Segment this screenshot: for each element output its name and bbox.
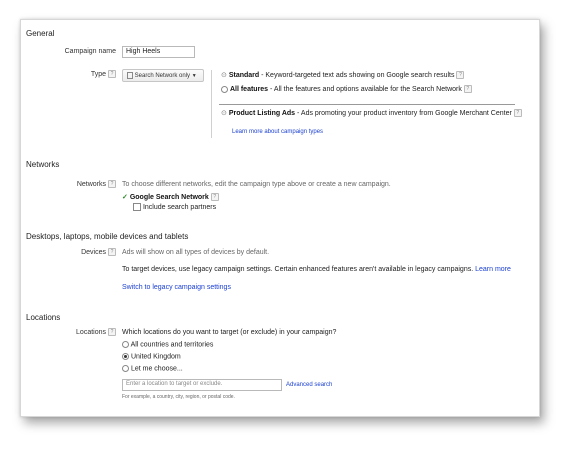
advanced-search-link[interactable]: Advanced search: [286, 382, 332, 388]
option-description: - All the features and options available…: [268, 85, 462, 93]
divider: [219, 104, 515, 105]
option-title: All features: [229, 85, 269, 93]
section-heading-locations: Locations: [26, 313, 61, 322]
campaign-type-option-all-features[interactable]: All features - All the features and opti…: [221, 85, 472, 93]
location-option-label: Let me choose...: [130, 365, 183, 373]
learn-more-campaign-types-link[interactable]: Learn more about campaign types: [232, 129, 323, 135]
pin-icon: ⊙: [221, 110, 227, 117]
location-option-label: All countries and territories: [130, 341, 214, 349]
include-search-partners[interactable]: Include search partners: [133, 203, 216, 211]
help-icon[interactable]: ?: [108, 328, 116, 336]
help-icon[interactable]: ?: [513, 109, 522, 118]
campaign-type-option-standard[interactable]: ⊙ Standard - Keyword-targeted text ads s…: [221, 71, 465, 80]
location-option-united-kingdom[interactable]: United Kingdom: [122, 353, 181, 360]
document-icon: [127, 72, 133, 79]
location-option-label: United Kingdom: [130, 353, 181, 361]
include-search-partners-checkbox[interactable]: [133, 203, 141, 211]
help-icon[interactable]: ?: [108, 180, 116, 188]
pin-icon: ⊙: [221, 72, 227, 79]
campaign-type-option-product-listing-ads[interactable]: ⊙ Product Listing Ads - Ads promoting yo…: [221, 109, 522, 118]
location-search-input[interactable]: Enter a location to target or exclude.: [122, 379, 282, 391]
locations-question: Which locations do you want to target (o…: [122, 329, 337, 336]
option-description: - Keyword-targeted text ads showing on G…: [259, 72, 455, 79]
help-icon[interactable]: ?: [108, 248, 116, 256]
radio-button[interactable]: [122, 341, 129, 348]
devices-description: Ads will show on all types of devices by…: [122, 249, 270, 256]
networks-description: To choose different networks, edit the c…: [122, 181, 391, 188]
help-icon[interactable]: ?: [456, 71, 465, 80]
location-option-let-me-choose[interactable]: Let me choose...: [122, 365, 183, 372]
type-label: Type: [90, 71, 106, 78]
divider: [211, 70, 212, 138]
campaign-settings-panel: General Campaign name High Heels Type ? …: [20, 19, 540, 417]
switch-to-legacy-link[interactable]: Switch to legacy campaign settings: [122, 284, 231, 291]
option-title: Product Listing Ads: [228, 110, 296, 117]
network-google-search: ✓ Google Search Network ?: [122, 193, 219, 202]
legacy-settings-text: To target devices, use legacy campaign s…: [122, 266, 474, 273]
section-heading-general: General: [26, 29, 55, 38]
help-icon[interactable]: ?: [108, 70, 116, 78]
networks-label: Networks: [76, 181, 106, 188]
radio-button-selected[interactable]: [122, 353, 129, 360]
include-search-partners-label: Include search partners: [142, 203, 217, 211]
section-heading-devices: Desktops, laptops, mobile devices and ta…: [26, 232, 189, 241]
devices-label: Devices: [81, 249, 106, 256]
option-title: Standard: [228, 72, 260, 79]
radio-button[interactable]: [122, 365, 129, 372]
help-icon[interactable]: ?: [463, 85, 472, 93]
learn-more-link[interactable]: Learn more: [475, 266, 511, 273]
locations-label: Locations: [76, 329, 106, 336]
check-icon: ✓: [122, 194, 128, 201]
network-name: Google Search Network: [129, 194, 209, 201]
radio-button[interactable]: [221, 85, 228, 93]
location-input-hint: For example, a country, city, region, or…: [122, 394, 235, 400]
campaign-type-dropdown[interactable]: Search Network only ▼: [122, 69, 204, 82]
campaign-type-value: Search Network only: [134, 73, 191, 80]
campaign-name-label: Campaign name: [64, 48, 116, 55]
option-description: - Ads promoting your product inventory f…: [295, 110, 512, 117]
campaign-name-input[interactable]: High Heels: [122, 46, 195, 58]
legacy-settings-note: To target devices, use legacy campaign s…: [122, 266, 511, 273]
section-heading-networks: Networks: [26, 160, 60, 169]
chevron-down-icon: ▼: [191, 73, 197, 80]
help-icon[interactable]: ?: [210, 193, 219, 202]
location-option-all-countries[interactable]: All countries and territories: [122, 341, 213, 348]
